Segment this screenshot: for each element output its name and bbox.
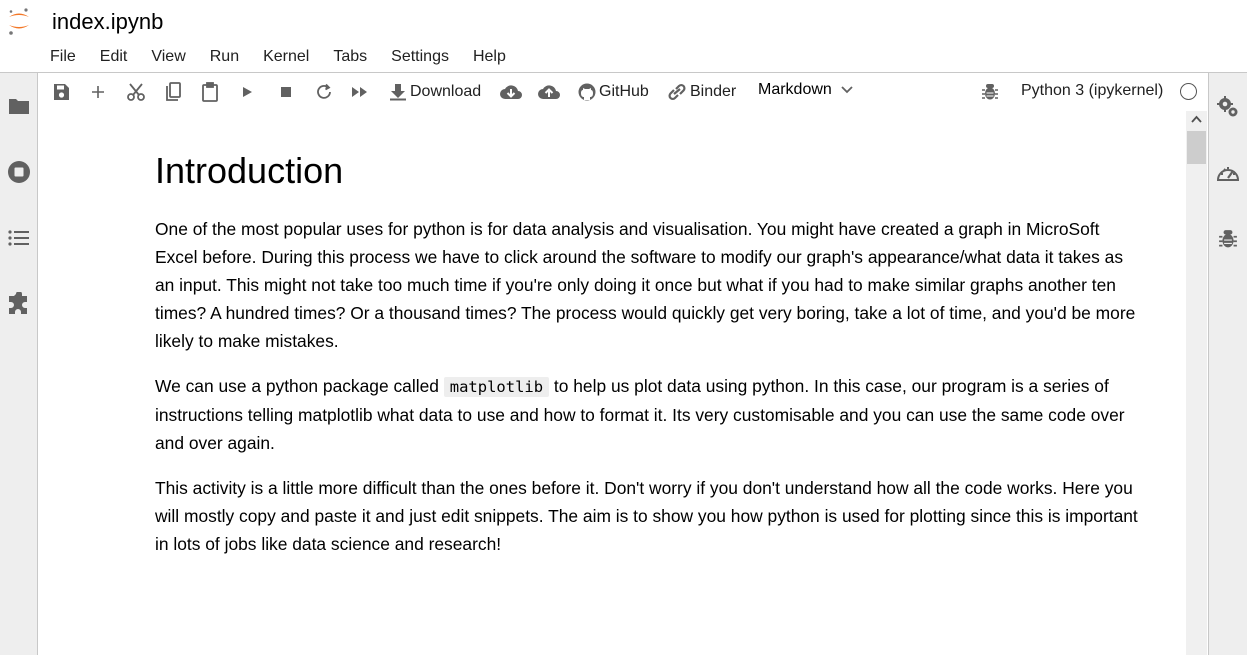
download-icon <box>390 84 406 101</box>
right-sidebar <box>1208 73 1247 655</box>
cloud-download-icon[interactable] <box>499 79 523 105</box>
stop-icon[interactable] <box>280 79 292 105</box>
github-label: GitHub <box>599 83 649 100</box>
save-icon[interactable] <box>52 79 70 105</box>
menu-edit[interactable]: Edit <box>88 44 140 72</box>
bug-icon[interactable] <box>981 79 999 105</box>
property-inspector-icon[interactable] <box>1214 93 1242 121</box>
notebook-panel: Introduction One of the most popular use… <box>39 111 1186 655</box>
link-icon <box>668 83 686 101</box>
scroll-thumb[interactable] <box>1187 131 1206 164</box>
copy-icon[interactable] <box>164 79 182 105</box>
menu-help[interactable]: Help <box>461 44 518 72</box>
menu-file[interactable]: File <box>38 44 88 72</box>
notebook-toolbar: Download GitHub Binder Markdown Python 3… <box>39 73 1207 111</box>
add-icon[interactable] <box>90 79 106 105</box>
kernel-name[interactable]: Python 3 (ipykernel) <box>1021 82 1163 100</box>
running-icon[interactable] <box>5 158 33 186</box>
document-title: index.ipynb <box>52 9 164 34</box>
binder-button[interactable]: Binder <box>667 79 736 105</box>
markdown-cell[interactable]: Introduction One of the most popular use… <box>155 147 1145 575</box>
cut-icon[interactable] <box>126 79 146 105</box>
cloud-upload-icon[interactable] <box>537 79 561 105</box>
folder-icon[interactable] <box>5 92 33 120</box>
paragraph-1: One of the most popular uses for python … <box>155 219 1136 351</box>
menu-tabs[interactable]: Tabs <box>321 44 379 72</box>
github-button[interactable]: GitHub <box>578 79 649 105</box>
menu-run[interactable]: Run <box>198 44 251 72</box>
cell-heading: Introduction <box>155 150 344 191</box>
inline-code-matplotlib: matplotlib <box>443 377 550 397</box>
jupyter-logo-icon[interactable] <box>7 7 31 35</box>
title-bar: index.ipynb <box>0 0 1247 44</box>
resource-gauge-icon[interactable] <box>1214 159 1242 187</box>
paragraph-2-before: We can use a python package called <box>155 376 444 396</box>
paste-icon[interactable] <box>201 79 219 105</box>
kernel-status-circle <box>1180 83 1197 100</box>
menu-settings[interactable]: Settings <box>379 44 461 72</box>
paragraph-2: We can use a python package called matpl… <box>155 372 1145 457</box>
paragraph-3: This activity is a little more difficult… <box>155 478 1138 554</box>
menu-bar: File Edit View Run Kernel Tabs Settings … <box>38 44 518 72</box>
run-icon[interactable] <box>241 79 253 105</box>
debugger-icon[interactable] <box>1214 225 1242 253</box>
scroll-up-arrow-icon[interactable] <box>1190 113 1203 126</box>
vertical-scrollbar[interactable] <box>1186 111 1207 655</box>
toc-icon[interactable] <box>5 224 33 252</box>
fast-forward-icon[interactable] <box>351 79 369 105</box>
cell-type-select[interactable]: Markdown <box>758 81 854 99</box>
menu-kernel[interactable]: Kernel <box>251 44 321 72</box>
restart-icon[interactable] <box>315 79 333 105</box>
binder-label: Binder <box>690 83 737 100</box>
menu-view[interactable]: View <box>139 44 197 72</box>
download-label: Download <box>410 83 482 100</box>
left-sidebar <box>0 73 38 655</box>
extension-icon[interactable] <box>5 290 33 318</box>
github-icon <box>578 83 596 101</box>
chevron-down-icon <box>841 86 853 94</box>
download-button[interactable]: Download <box>389 79 481 105</box>
cell-type-value: Markdown <box>758 81 832 98</box>
